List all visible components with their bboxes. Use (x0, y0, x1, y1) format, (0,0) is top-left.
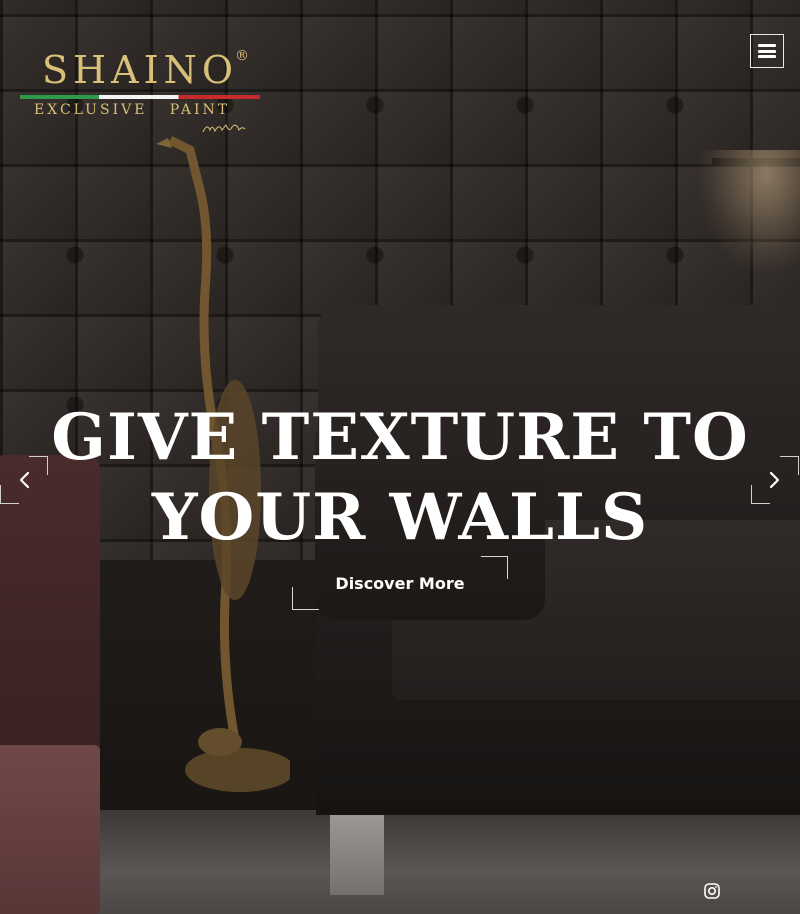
registered-mark: ® (235, 48, 249, 64)
slider-prev-button[interactable] (0, 456, 48, 504)
logo-tagline: EXCLUSIVE PAINT (34, 102, 231, 118)
chevron-right-icon (769, 471, 780, 489)
discover-more-label: Discover More (335, 573, 465, 593)
hamburger-menu-icon (758, 44, 776, 58)
logo-signature (202, 124, 246, 133)
instagram-icon[interactable] (704, 883, 720, 899)
slider-next-button[interactable] (751, 456, 799, 504)
discover-more-button[interactable]: Discover More (292, 556, 508, 610)
button-corner-top-right (481, 556, 508, 579)
chevron-left-icon (19, 471, 30, 489)
italian-flag-stripe (20, 95, 260, 99)
button-corner-bottom-left (292, 587, 319, 610)
brand-logo[interactable]: SHAINO ® EXCLUSIVE PAINT (18, 44, 268, 139)
menu-button[interactable] (750, 34, 784, 68)
headline-line-2: YOUR WALLS (151, 479, 649, 555)
logo-wordmark: SHAINO (42, 48, 239, 92)
headline-line-1: GIVE TEXTURE TO (51, 399, 749, 475)
hero-headline: GIVE TEXTURE TO YOUR WALLS (40, 398, 760, 558)
